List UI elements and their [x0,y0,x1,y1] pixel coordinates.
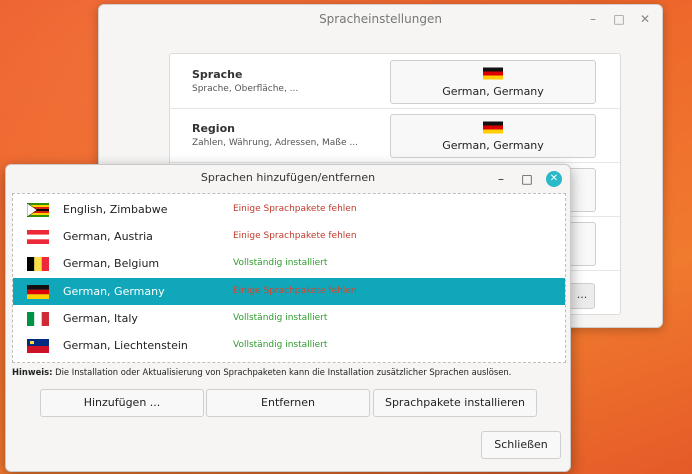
close-icon[interactable]: ✕ [638,12,652,26]
list-item-selected[interactable]: German, Germany Einige Sprachpakete fehl… [13,278,565,305]
maximize-icon[interactable]: □ [612,12,626,26]
language-list: English, Zimbabwe Einige Sprachpakete fe… [12,193,566,363]
window-titlebar: Spracheinstellungen – □ ✕ [99,5,662,33]
language-value: German, Germany [442,85,544,98]
language-name: German, Austria [63,230,153,243]
germany-flag-icon [27,285,49,299]
language-status: Vollständig installiert [233,313,328,323]
language-label: Sprache [192,68,243,81]
germany-flag-icon [483,121,503,134]
region-select-button[interactable]: German, Germany [390,114,596,158]
list-item[interactable]: German, Belgium Vollständig installiert [13,250,565,277]
language-select-button[interactable]: German, Germany [390,60,596,104]
language-desc: Sprache, Oberfläche, ... [192,84,299,94]
language-name: German, Belgium [63,257,160,270]
language-status: Einige Sprachpakete fehlen [233,286,357,296]
region-desc: Zahlen, Währung, Adressen, Maße ... [192,138,358,148]
add-remove-languages-dialog: Sprachen hinzufügen/entfernen – □ ✕ Engl… [5,164,571,472]
region-label: Region [192,122,235,135]
zimbabwe-flag-icon [27,203,49,217]
italy-flag-icon [27,312,49,326]
add-button[interactable]: Hinzufügen ... [40,389,204,417]
language-name: German, Germany [63,285,165,298]
hint-text: Hinweis: Die Installation oder Aktualisi… [12,367,568,377]
dialog-titlebar: Sprachen hinzufügen/entfernen – □ ✕ [6,165,570,191]
dialog-title: Sprachen hinzufügen/entfernen [200,171,376,184]
language-status: Vollständig installiert [233,258,328,268]
region-row: Region Zahlen, Währung, Adressen, Maße .… [170,108,620,163]
list-item[interactable]: German, Austria Einige Sprachpakete fehl… [13,223,565,250]
language-name: German, Italy [63,312,138,325]
liechtenstein-flag-icon [27,339,49,353]
window-title: Spracheinstellungen [319,12,442,26]
language-row: Sprache Sprache, Oberfläche, ... German,… [170,54,620,109]
minimize-icon[interactable]: – [586,12,600,26]
language-name: German, Liechtenstein [63,339,188,352]
hint-body: Die Installation oder Aktualisierung von… [52,367,512,377]
more-button[interactable]: ... [569,283,595,309]
list-item[interactable]: English, Zimbabwe Einige Sprachpakete fe… [13,196,565,223]
remove-button[interactable]: Entfernen [206,389,370,417]
list-item[interactable]: German, Italy Vollständig installiert [13,305,565,332]
language-status: Vollständig installiert [233,340,328,350]
austria-flag-icon [27,230,49,244]
minimize-icon[interactable]: – [494,172,508,186]
belgium-flag-icon [27,257,49,271]
region-value: German, Germany [442,139,544,152]
maximize-icon[interactable]: □ [520,172,534,186]
list-item[interactable]: German, Liechtenstein Vollständig instal… [13,332,565,359]
germany-flag-icon [483,67,503,80]
language-status: Einige Sprachpakete fehlen [233,204,357,214]
language-name: English, Zimbabwe [63,203,168,216]
hint-label: Hinweis: [12,367,53,377]
install-language-packs-button[interactable]: Sprachpakete installieren [373,389,537,417]
close-button[interactable]: Schließen [481,431,561,459]
language-status: Einige Sprachpakete fehlen [233,231,357,241]
close-icon[interactable]: ✕ [546,171,562,187]
